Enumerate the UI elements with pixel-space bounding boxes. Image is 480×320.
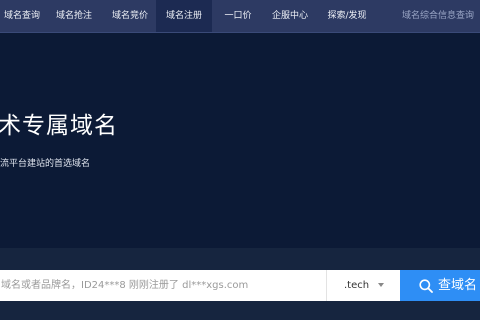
tld-dropdown[interactable]: .tech [326, 270, 400, 301]
domain-search-input[interactable] [0, 270, 326, 301]
search-icon [419, 279, 433, 293]
hero-banner [0, 33, 480, 248]
nav-link-domain-info-query[interactable]: 域名综合信息查询 [402, 0, 480, 32]
hero-title: 术专属域名 [0, 113, 118, 139]
nav-item-explore[interactable]: 探索/发现 [320, 0, 374, 32]
nav-item-fixed-price[interactable]: 一口价 [216, 0, 260, 32]
caret-down-icon [378, 283, 384, 287]
search-domain-button[interactable]: 查域名 [400, 270, 480, 301]
tld-selected-value: .tech [344, 280, 370, 291]
nav-item-enterprise-center[interactable]: 企服中心 [264, 0, 316, 32]
search-button-label: 查域名 [438, 278, 478, 293]
nav-item-domain-backorder[interactable]: 域名抢注 [48, 0, 100, 32]
top-navigation-bar: 域名查询 域名抢注 域名竞价 域名注册 一口价 企服中心 探索/发现 域名综合信… [0, 0, 480, 33]
hero-subtitle: 流平台建站的首选域名 [0, 159, 91, 169]
nav-item-domain-registration[interactable]: 域名注册 [156, 0, 212, 32]
nav-item-domain-auction[interactable]: 域名竞价 [104, 0, 156, 32]
nav-item-domain-lookup[interactable]: 域名查询 [0, 0, 44, 32]
